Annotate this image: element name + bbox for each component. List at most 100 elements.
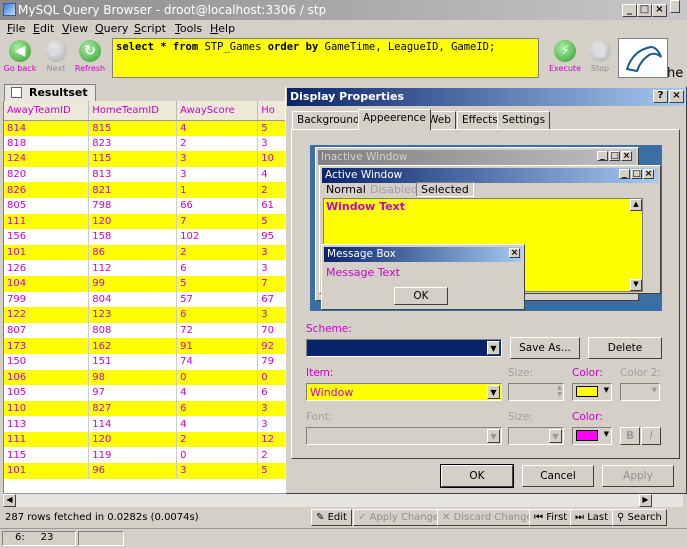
next-button[interactable]: ▶ Next (38, 38, 74, 78)
minimize-button[interactable]: _ (622, 4, 637, 17)
table-row[interactable]: 818 823 2 3 (4, 135, 287, 152)
table-cell[interactable]: 813 (88, 166, 178, 183)
menu-help[interactable]: Help (210, 22, 235, 35)
italic-button[interactable]: I (641, 427, 661, 445)
table-cell[interactable]: 820 (4, 166, 90, 183)
table-row[interactable]: 113 114 4 3 (4, 416, 287, 432)
dialog-title-bar[interactable]: Display Properties ? × (287, 88, 685, 106)
table-cell[interactable]: 99 (88, 275, 178, 292)
execute-button[interactable]: ⚡ Execute (546, 38, 584, 78)
table-cell[interactable]: 6 (257, 385, 287, 401)
table-cell[interactable]: 4 (176, 416, 259, 432)
table-cell[interactable]: 115 (88, 151, 178, 167)
table-cell[interactable]: 804 (88, 291, 178, 308)
table-cell[interactable]: 74 (176, 353, 259, 370)
table-row[interactable]: 814 815 4 5 (4, 120, 287, 136)
table-cell[interactable]: 0 (257, 369, 287, 386)
table-cell[interactable]: 79 (257, 353, 287, 370)
table-cell[interactable]: 3 (257, 416, 287, 432)
table-row[interactable]: 111 120 2 12 (4, 431, 287, 448)
save-as-button[interactable]: Save As... (510, 337, 580, 359)
table-row[interactable]: 820 813 3 4 (4, 166, 287, 183)
scheme-combo[interactable]: ▼ (306, 339, 502, 357)
table-row[interactable]: 122 123 6 3 (4, 307, 287, 323)
color-picker[interactable]: ▼ (572, 383, 612, 401)
table-cell[interactable]: 86 (88, 244, 178, 261)
table-cell[interactable]: 72 (176, 322, 259, 339)
table-cell[interactable]: 113 (4, 416, 90, 432)
table-row[interactable]: 101 96 3 5 (4, 463, 287, 479)
bg-window-button[interactable] (670, 0, 680, 13)
dialog-close-button[interactable]: × (669, 90, 684, 103)
table-cell[interactable]: 0 (176, 447, 259, 464)
menu-edit[interactable]: Edit (33, 22, 54, 35)
table-cell[interactable]: 826 (4, 182, 90, 198)
table-cell[interactable]: 98 (88, 369, 178, 386)
table-cell[interactable]: 97 (88, 385, 178, 401)
table-cell[interactable]: 3 (257, 135, 287, 152)
table-cell[interactable]: 4 (257, 166, 287, 183)
close-button[interactable]: × (652, 4, 667, 17)
table-cell[interactable]: 57 (176, 291, 259, 308)
table-cell[interactable]: 807 (4, 322, 90, 339)
tab-background[interactable]: Background (292, 111, 365, 129)
table-cell[interactable]: 111 (4, 213, 90, 230)
tab-effects[interactable]: Effects (457, 111, 503, 129)
main-title-bar[interactable]: MySQL Query Browser - droot@localhost:33… (0, 0, 687, 20)
table-cell[interactable]: 2 (176, 431, 259, 448)
table-row[interactable]: 826 821 1 2 (4, 182, 287, 198)
table-cell[interactable]: 798 (88, 197, 178, 214)
table-cell[interactable]: 150 (4, 353, 90, 370)
go-back-button[interactable]: ◀ Go back (2, 38, 38, 78)
table-cell[interactable]: 4 (176, 120, 259, 136)
last-button[interactable]: ⏭ Last (570, 509, 614, 526)
item-combo[interactable]: Window ▼ (306, 383, 502, 401)
table-cell[interactable]: 3 (176, 463, 259, 479)
table-cell[interactable]: 92 (257, 338, 287, 354)
table-cell[interactable]: 114 (88, 416, 178, 432)
dialog-help-button[interactable]: ? (653, 90, 668, 103)
menu-tools[interactable]: Tools (175, 22, 202, 35)
horizontal-scrollbar[interactable]: ◀ ▶ (3, 493, 683, 507)
table-cell[interactable]: 67 (257, 291, 287, 308)
column-header[interactable]: AwayTeamID (4, 101, 90, 121)
table-cell[interactable]: 10 (257, 151, 287, 167)
table-cell[interactable]: 158 (88, 229, 178, 245)
table-cell[interactable]: 1 (176, 182, 259, 198)
table-cell[interactable]: 805 (4, 197, 90, 214)
table-row[interactable]: 111 120 7 5 (4, 213, 287, 230)
font-size-combo[interactable]: ▼ (508, 427, 564, 445)
cancel-button[interactable]: Cancel (522, 465, 594, 487)
table-row[interactable]: 115 119 0 2 (4, 447, 287, 464)
table-row[interactable]: 101 86 2 3 (4, 244, 287, 261)
bold-button[interactable]: B (620, 427, 640, 445)
table-cell[interactable]: 3 (176, 151, 259, 167)
table-cell[interactable]: 5 (257, 120, 287, 136)
table-cell[interactable]: 173 (4, 338, 90, 354)
color2-picker[interactable]: ▼ (620, 383, 660, 401)
table-cell[interactable]: 815 (88, 120, 178, 136)
table-cell[interactable]: 821 (88, 182, 178, 198)
table-cell[interactable]: 101 (4, 463, 90, 479)
discard-changes-button[interactable]: ✕ Discard Changes (437, 509, 543, 526)
size-spinner[interactable]: ▲ ▼ (508, 383, 564, 401)
table-cell[interactable]: 122 (4, 307, 90, 323)
table-row[interactable]: 104 99 5 7 (4, 275, 287, 292)
resultset-tab[interactable]: Resultset 1 (4, 84, 96, 115)
table-cell[interactable]: 104 (4, 275, 90, 292)
search-button[interactable]: ⚲ Search (612, 509, 667, 526)
delete-button[interactable]: Delete (588, 337, 662, 359)
table-cell[interactable]: 808 (88, 322, 178, 339)
font-color-picker[interactable]: ▼ (572, 427, 612, 445)
table-row[interactable]: 105 97 4 6 (4, 385, 287, 401)
apply-button[interactable]: Apply (602, 465, 674, 487)
table-cell[interactable]: 111 (4, 431, 90, 448)
table-cell[interactable]: 115 (4, 447, 90, 464)
table-row[interactable]: 106 98 0 0 (4, 369, 287, 386)
menu-file[interactable]: File (7, 22, 25, 35)
table-cell[interactable]: 66 (176, 197, 259, 214)
table-row[interactable]: 110 827 6 3 (4, 400, 287, 417)
table-cell[interactable]: 6 (176, 307, 259, 323)
table-cell[interactable]: 120 (88, 213, 178, 230)
table-cell[interactable]: 3 (176, 166, 259, 183)
